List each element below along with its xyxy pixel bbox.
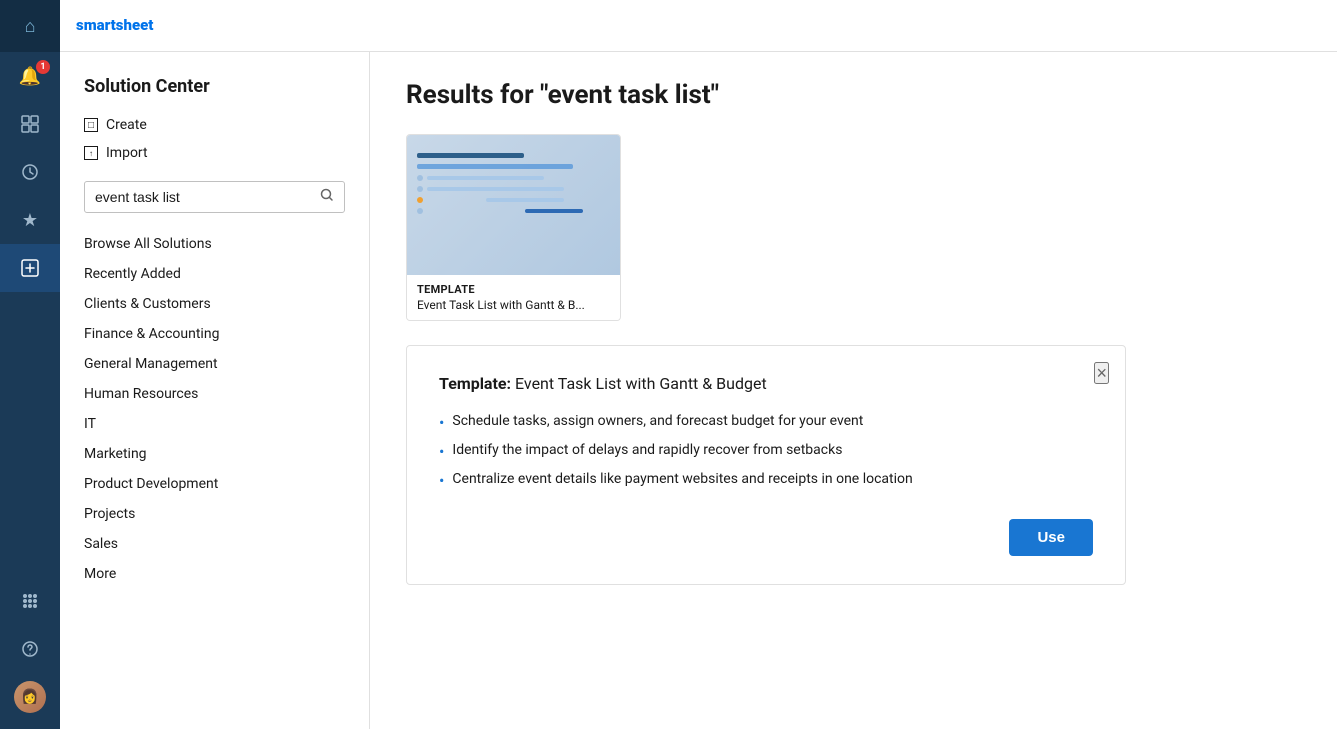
search-box[interactable] <box>84 181 345 213</box>
sidebar-item-clients-customers[interactable]: Clients & Customers <box>84 289 345 319</box>
use-button[interactable]: Use <box>1009 519 1093 556</box>
sidebar: Solution Center □ Create ↑ Import <box>60 52 370 729</box>
logo-text: smartsheet <box>76 16 153 34</box>
bullet-1-text: Schedule tasks, assign owners, and forec… <box>452 413 863 429</box>
import-icon: ↑ <box>84 146 98 160</box>
sidebar-item-it[interactable]: IT <box>84 409 345 439</box>
search-icon[interactable] <box>320 188 334 206</box>
detail-panel: Template: Event Task List with Gantt & B… <box>406 345 1126 585</box>
sidebar-item-recently-added[interactable]: Recently Added <box>84 259 345 289</box>
notification-badge: 1 <box>36 60 50 74</box>
template-info: Template Event Task List with Gantt & B.… <box>407 275 620 320</box>
close-button[interactable]: × <box>1094 362 1109 384</box>
sidebar-title: Solution Center <box>84 76 345 97</box>
sidebar-nav: Browse All Solutions Recently Added Clie… <box>84 229 345 589</box>
detail-title: Template: Event Task List with Gantt & B… <box>439 374 1093 393</box>
bullet-2-text: Identify the impact of delays and rapidl… <box>452 442 842 458</box>
create-icon: □ <box>84 118 98 132</box>
apps-icon[interactable] <box>0 577 60 625</box>
sidebar-item-sales[interactable]: Sales <box>84 529 345 559</box>
app-logo: smartsheet <box>60 0 370 52</box>
sidebar-item-marketing[interactable]: Marketing <box>84 439 345 469</box>
main-content: Results for "event task list" <box>370 52 1337 729</box>
sidebar-item-product-development[interactable]: Product Development <box>84 469 345 499</box>
page-title: Results for "event task list" <box>406 80 1301 110</box>
template-preview <box>407 135 621 275</box>
detail-label: Template: <box>439 374 511 393</box>
sidebar-item-projects[interactable]: Projects <box>84 499 345 529</box>
sidebar-item-browse-all[interactable]: Browse All Solutions <box>84 229 345 259</box>
template-name-short: Event Task List with Gantt & B... <box>417 298 610 312</box>
bullet-3-text: Centralize event details like payment we… <box>452 471 912 487</box>
new-icon[interactable] <box>0 244 60 292</box>
sidebar-item-general-management[interactable]: General Management <box>84 349 345 379</box>
create-label: Create <box>106 117 147 133</box>
bullet-1: Schedule tasks, assign owners, and forec… <box>439 409 1093 438</box>
sidebar-item-finance-accounting[interactable]: Finance & Accounting <box>84 319 345 349</box>
import-action[interactable]: ↑ Import <box>84 141 345 165</box>
help-icon[interactable] <box>0 625 60 673</box>
browse-icon[interactable] <box>0 100 60 148</box>
detail-name-full: Event Task List with Gantt & Budget <box>515 374 767 393</box>
notifications-icon[interactable]: 🔔 1 <box>0 52 60 100</box>
home-icon[interactable]: ⌂ <box>0 0 60 52</box>
import-label: Import <box>106 145 148 161</box>
avatar[interactable]: 👩 <box>0 673 60 721</box>
recents-icon[interactable] <box>0 148 60 196</box>
bullet-2: Identify the impact of delays and rapidl… <box>439 438 1093 467</box>
search-input[interactable] <box>95 189 320 205</box>
sidebar-item-human-resources[interactable]: Human Resources <box>84 379 345 409</box>
top-header: smartsheet <box>60 0 1337 52</box>
create-action[interactable]: □ Create <box>84 113 345 137</box>
favorites-icon[interactable]: ★ <box>0 196 60 244</box>
detail-bullets: Schedule tasks, assign owners, and forec… <box>439 409 1093 495</box>
template-card[interactable]: Template Event Task List with Gantt & B.… <box>406 134 621 321</box>
template-type: Template <box>417 283 610 296</box>
nav-bar: ⌂ 🔔 1 ★ <box>0 0 60 729</box>
bullet-3: Centralize event details like payment we… <box>439 467 1093 496</box>
sidebar-item-more[interactable]: More <box>84 559 345 589</box>
